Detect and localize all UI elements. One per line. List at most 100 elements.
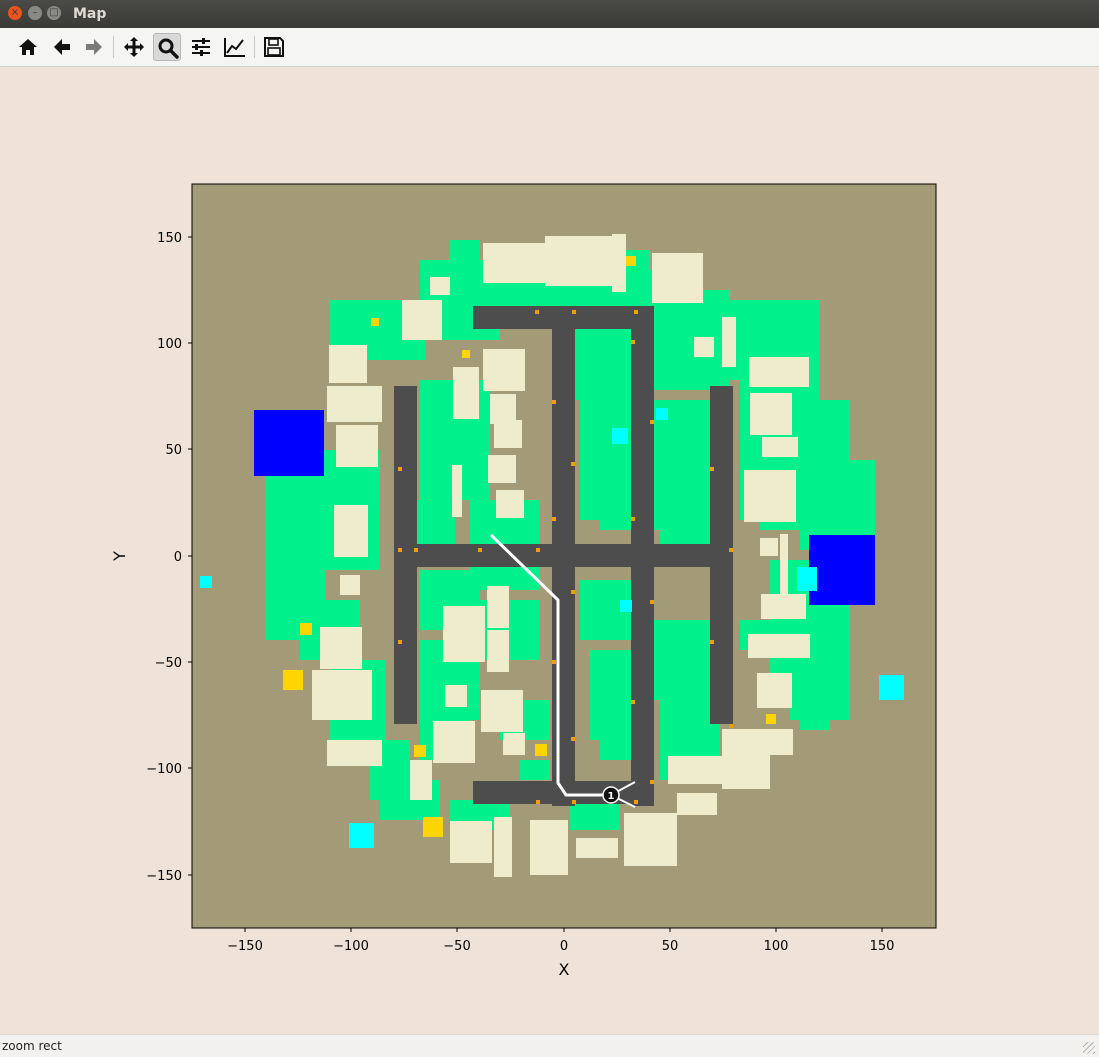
building — [483, 243, 545, 283]
building — [443, 606, 485, 662]
vegetation-patch — [575, 320, 635, 400]
road-marker — [398, 467, 402, 471]
building — [757, 673, 792, 708]
building — [496, 490, 524, 518]
building — [488, 455, 516, 483]
road-marker — [631, 517, 635, 521]
toolbar-separator — [254, 36, 255, 58]
building — [445, 685, 467, 707]
home-button[interactable] — [14, 33, 42, 61]
road-marker — [710, 467, 714, 471]
building — [481, 690, 523, 732]
vegetation-patch — [520, 760, 550, 780]
building — [624, 813, 677, 866]
vegetation-patch — [570, 800, 620, 830]
road-marker — [729, 548, 733, 552]
zoom-magnifier-icon — [158, 38, 179, 59]
building — [334, 505, 368, 557]
navigation-toolbar — [0, 28, 1099, 67]
cyan-zone — [656, 408, 668, 420]
vehicle-marker: 1 — [602, 786, 620, 804]
building — [320, 627, 362, 669]
pan-button[interactable] — [120, 33, 148, 61]
vegetation-patch — [800, 700, 830, 730]
x-tick-label: 0 — [560, 939, 568, 954]
y-axis-label: Y — [110, 551, 129, 562]
building — [340, 575, 360, 595]
road-marker — [634, 800, 638, 804]
road-marker — [650, 420, 654, 424]
forward-button[interactable] — [80, 33, 108, 61]
building — [749, 357, 809, 387]
edit-axes-button[interactable] — [220, 33, 248, 61]
building — [494, 420, 522, 448]
building — [327, 386, 382, 422]
edit-axes-line-icon — [224, 38, 245, 57]
building — [652, 253, 703, 303]
vehicle-id-label: 1 — [608, 791, 615, 802]
cyan-zone — [200, 576, 212, 588]
vegetation-patch — [450, 240, 480, 270]
building — [722, 317, 736, 367]
x-tick-label: 50 — [662, 939, 679, 954]
road-marker — [634, 310, 638, 314]
yellow-marker — [371, 318, 379, 326]
road-segment — [473, 306, 654, 329]
resize-grip[interactable] — [1083, 1042, 1095, 1054]
building — [738, 729, 793, 755]
building — [312, 670, 372, 720]
x-tick-label: −150 — [227, 939, 263, 954]
building — [576, 838, 618, 858]
building — [487, 630, 509, 672]
x-axis-label: X — [559, 960, 570, 979]
building — [762, 437, 798, 457]
y-tick-label: −100 — [146, 762, 182, 777]
road-marker — [571, 590, 575, 594]
road-marker — [552, 660, 556, 664]
building — [430, 277, 450, 295]
building — [760, 538, 778, 556]
close-icon: × — [10, 7, 20, 18]
y-tick-label: 100 — [157, 337, 182, 352]
cyan-zone — [620, 600, 632, 612]
map-plot[interactable]: 1 −150 −100 −50 0 50 100 150 150 100 50 0 −50 −100 −1… — [0, 66, 1099, 1034]
road-marker — [552, 400, 556, 404]
yellow-marker — [300, 623, 312, 635]
road-segment — [394, 544, 733, 567]
building — [490, 394, 516, 424]
forward-arrow-icon — [86, 39, 102, 55]
home-icon — [19, 39, 37, 55]
yellow-marker — [423, 817, 443, 837]
building — [410, 760, 432, 800]
cyan-zone — [349, 823, 374, 848]
window-title: Map — [73, 6, 107, 22]
building — [780, 534, 788, 594]
minimize-window-button[interactable]: – — [28, 6, 42, 20]
zoom-button[interactable] — [153, 33, 181, 61]
road-marker — [710, 640, 714, 644]
figure-canvas[interactable]: 1 −150 −100 −50 0 50 100 150 150 100 50 0 −50 −100 −1… — [0, 66, 1099, 1034]
road-marker — [536, 800, 540, 804]
configure-subplots-button[interactable] — [187, 33, 215, 61]
vegetation-patch — [650, 620, 710, 700]
save-button[interactable] — [260, 33, 288, 61]
building — [402, 300, 442, 340]
x-tick-label: −100 — [333, 939, 369, 954]
cyan-zone — [797, 567, 817, 591]
road-marker — [414, 548, 418, 552]
building — [694, 337, 714, 357]
building — [744, 470, 796, 522]
building — [612, 234, 626, 292]
minimize-icon: – — [32, 7, 38, 18]
maximize-window-button[interactable]: □ — [47, 6, 61, 20]
pan-move-icon — [124, 37, 144, 57]
road-marker — [552, 517, 556, 521]
road-marker — [572, 310, 576, 314]
building — [327, 740, 382, 766]
maximize-icon: □ — [49, 7, 59, 18]
back-button[interactable] — [48, 33, 76, 61]
yellow-marker — [766, 714, 776, 724]
blue-zone — [809, 535, 875, 605]
road-marker — [572, 800, 576, 804]
close-window-button[interactable]: × — [8, 6, 22, 20]
